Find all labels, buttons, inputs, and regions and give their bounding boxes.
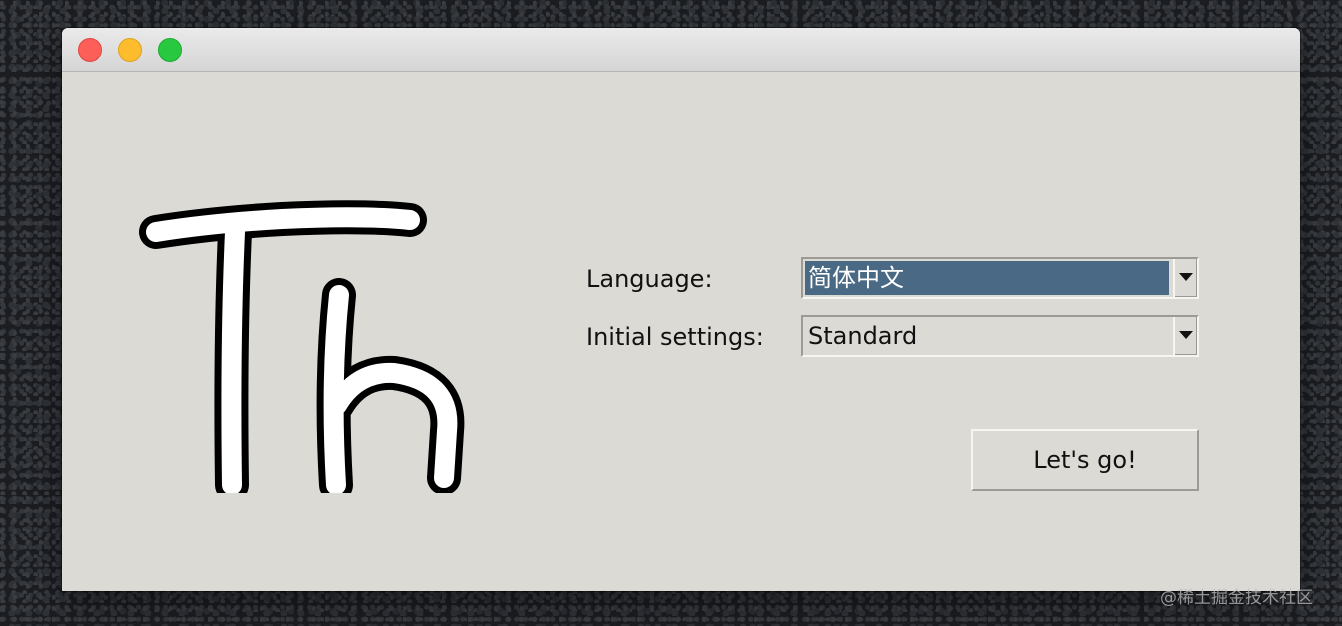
initial-settings-combobox[interactable]: Standard	[801, 315, 1199, 357]
app-window: Th Language: 简体中文 Initial settings: Stan…	[62, 28, 1300, 591]
lets-go-button[interactable]: Let's go!	[971, 429, 1199, 491]
triangle-down-icon	[1179, 331, 1193, 339]
language-combobox[interactable]: 简体中文	[801, 257, 1199, 299]
initial-settings-dropdown-button[interactable]	[1173, 317, 1197, 355]
minimize-icon[interactable]	[118, 38, 142, 62]
triangle-down-icon	[1179, 273, 1193, 281]
initial-settings-value[interactable]: Standard	[805, 319, 1169, 353]
language-dropdown-button[interactable]	[1173, 259, 1197, 297]
initial-settings-label: Initial settings:	[586, 323, 764, 351]
language-label: Language:	[586, 265, 713, 293]
window-titlebar[interactable]	[62, 28, 1300, 72]
th-logo-icon: Th	[139, 200, 465, 493]
language-value[interactable]: 简体中文	[805, 261, 1169, 295]
zoom-icon[interactable]	[158, 38, 182, 62]
watermark-text: @稀土掘金技术社区	[1160, 588, 1313, 608]
close-icon[interactable]	[78, 38, 102, 62]
